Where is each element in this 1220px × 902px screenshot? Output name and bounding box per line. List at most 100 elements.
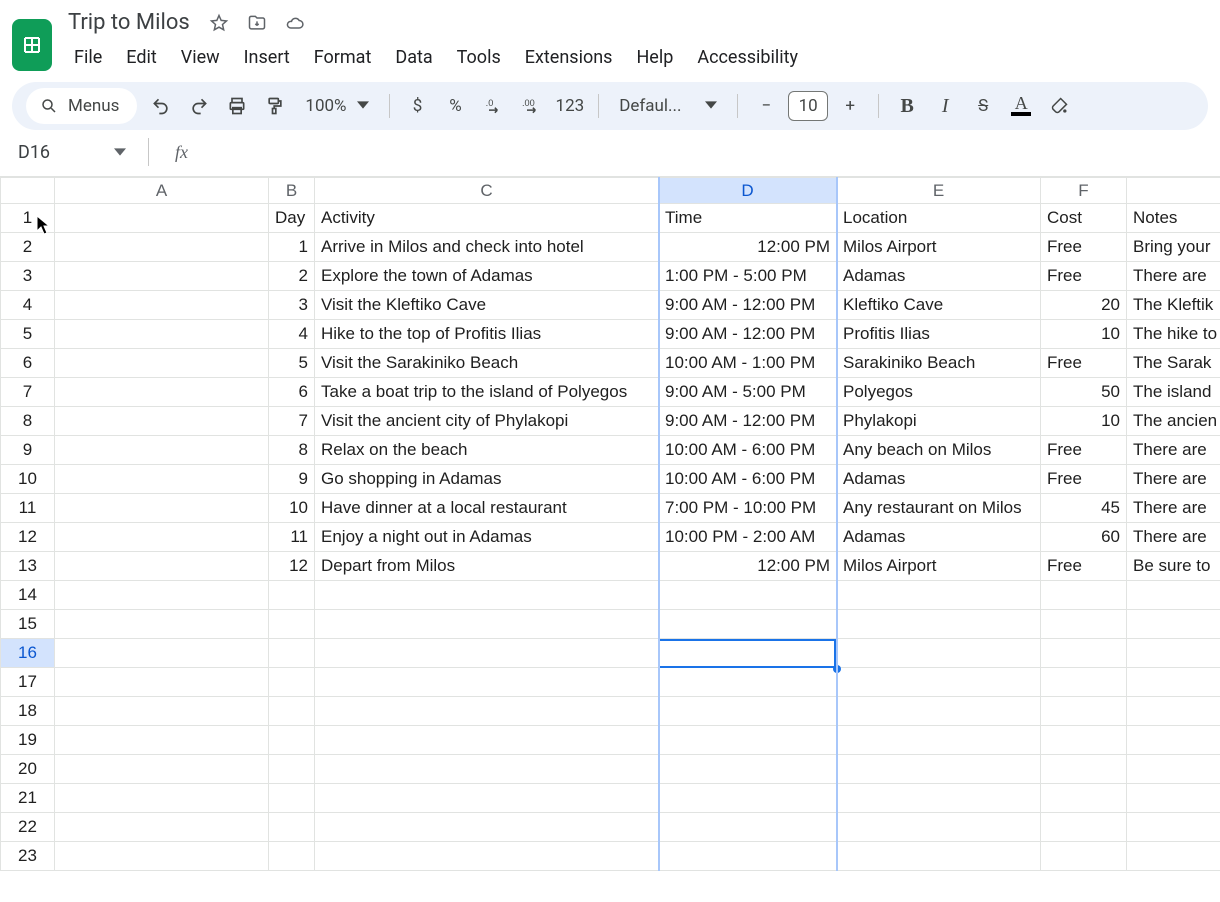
cell-F3[interactable]: Free <box>1041 262 1127 291</box>
cell-D14[interactable] <box>659 581 837 610</box>
cell-F19[interactable] <box>1041 726 1127 755</box>
cell-G5[interactable]: The hike to <box>1127 320 1220 349</box>
row-header-23[interactable]: 23 <box>1 842 55 871</box>
cell-D5[interactable]: 9:00 AM - 12:00 PM <box>659 320 837 349</box>
cell-B4[interactable]: 3 <box>269 291 315 320</box>
cell-F11[interactable]: 45 <box>1041 494 1127 523</box>
column-header-A[interactable]: A <box>55 178 269 204</box>
cell-C6[interactable]: Visit the Sarakiniko Beach <box>315 349 659 378</box>
menus-search[interactable]: Menus <box>26 88 137 124</box>
row-header-11[interactable]: 11 <box>1 494 55 523</box>
cell-G16[interactable] <box>1127 639 1220 668</box>
menu-file[interactable]: File <box>64 43 112 72</box>
cell-E12[interactable]: Adamas <box>837 523 1041 552</box>
cell-C16[interactable] <box>315 639 659 668</box>
cell-A15[interactable] <box>55 610 269 639</box>
cell-B19[interactable] <box>269 726 315 755</box>
cell-D18[interactable] <box>659 697 837 726</box>
row-header-8[interactable]: 8 <box>1 407 55 436</box>
cell-D17[interactable] <box>659 668 837 697</box>
cell-C19[interactable] <box>315 726 659 755</box>
row-header-12[interactable]: 12 <box>1 523 55 552</box>
cell-A16[interactable] <box>55 639 269 668</box>
decrease-font-button[interactable]: − <box>752 90 780 122</box>
cell-B14[interactable] <box>269 581 315 610</box>
cell-F21[interactable] <box>1041 784 1127 813</box>
cell-D23[interactable] <box>659 842 837 871</box>
strikethrough-button[interactable]: S <box>969 90 997 122</box>
spreadsheet-grid[interactable]: ABCDEFG 1DayActivityTimeLocationCostNote… <box>0 176 1220 871</box>
cell-A8[interactable] <box>55 407 269 436</box>
cell-E2[interactable]: Milos Airport <box>837 233 1041 262</box>
cell-B6[interactable]: 5 <box>269 349 315 378</box>
cell-F1[interactable]: Cost <box>1041 204 1127 233</box>
row-header-16[interactable]: 16 <box>1 639 55 668</box>
cell-E23[interactable] <box>837 842 1041 871</box>
cell-B16[interactable] <box>269 639 315 668</box>
cell-C4[interactable]: Visit the Kleftiko Cave <box>315 291 659 320</box>
cell-C21[interactable] <box>315 784 659 813</box>
cell-B17[interactable] <box>269 668 315 697</box>
cell-G19[interactable] <box>1127 726 1220 755</box>
row-header-17[interactable]: 17 <box>1 668 55 697</box>
cell-G17[interactable] <box>1127 668 1220 697</box>
cell-B18[interactable] <box>269 697 315 726</box>
menu-help[interactable]: Help <box>626 43 683 72</box>
cell-C10[interactable]: Go shopping in Adamas <box>315 465 659 494</box>
column-header-B[interactable]: B <box>269 178 315 204</box>
cell-D15[interactable] <box>659 610 837 639</box>
cell-E22[interactable] <box>837 813 1041 842</box>
undo-button[interactable] <box>147 90 175 122</box>
cell-C7[interactable]: Take a boat trip to the island of Polyeg… <box>315 378 659 407</box>
cell-F5[interactable]: 10 <box>1041 320 1127 349</box>
increase-decimal-button[interactable]: .00 <box>518 90 546 122</box>
cell-E21[interactable] <box>837 784 1041 813</box>
cell-F17[interactable] <box>1041 668 1127 697</box>
cell-E16[interactable] <box>837 639 1041 668</box>
cell-E19[interactable] <box>837 726 1041 755</box>
row-header-21[interactable]: 21 <box>1 784 55 813</box>
cell-C3[interactable]: Explore the town of Adamas <box>315 262 659 291</box>
row-header-13[interactable]: 13 <box>1 552 55 581</box>
row-header-7[interactable]: 7 <box>1 378 55 407</box>
cell-A10[interactable] <box>55 465 269 494</box>
cell-F8[interactable]: 10 <box>1041 407 1127 436</box>
cell-D19[interactable] <box>659 726 837 755</box>
cell-A7[interactable] <box>55 378 269 407</box>
cell-C8[interactable]: Visit the ancient city of Phylakopi <box>315 407 659 436</box>
cell-B1[interactable]: Day <box>269 204 315 233</box>
cell-C11[interactable]: Have dinner at a local restaurant <box>315 494 659 523</box>
cell-B23[interactable] <box>269 842 315 871</box>
cell-B10[interactable]: 9 <box>269 465 315 494</box>
row-header-1[interactable]: 1 <box>1 204 55 233</box>
row-header-19[interactable]: 19 <box>1 726 55 755</box>
cell-A21[interactable] <box>55 784 269 813</box>
zoom-select[interactable]: 100% <box>299 96 374 116</box>
menu-view[interactable]: View <box>171 43 230 72</box>
redo-button[interactable] <box>185 90 213 122</box>
cell-A4[interactable] <box>55 291 269 320</box>
cell-F20[interactable] <box>1041 755 1127 784</box>
cell-F22[interactable] <box>1041 813 1127 842</box>
cell-C12[interactable]: Enjoy a night out in Adamas <box>315 523 659 552</box>
row-header-10[interactable]: 10 <box>1 465 55 494</box>
cell-A3[interactable] <box>55 262 269 291</box>
cell-F15[interactable] <box>1041 610 1127 639</box>
cell-E5[interactable]: Profitis Ilias <box>837 320 1041 349</box>
cell-B5[interactable]: 4 <box>269 320 315 349</box>
row-header-20[interactable]: 20 <box>1 755 55 784</box>
cell-B21[interactable] <box>269 784 315 813</box>
row-header-18[interactable]: 18 <box>1 697 55 726</box>
text-color-button[interactable]: A <box>1007 90 1035 122</box>
cell-E11[interactable]: Any restaurant on Milos <box>837 494 1041 523</box>
cell-G10[interactable]: There are <box>1127 465 1220 494</box>
cloud-status-icon[interactable] <box>284 12 306 34</box>
row-header-3[interactable]: 3 <box>1 262 55 291</box>
cell-D1[interactable]: Time <box>659 204 837 233</box>
cell-C17[interactable] <box>315 668 659 697</box>
row-header-4[interactable]: 4 <box>1 291 55 320</box>
cell-C22[interactable] <box>315 813 659 842</box>
font-size-input[interactable]: 10 <box>788 91 828 121</box>
cell-D12[interactable]: 10:00 PM - 2:00 AM <box>659 523 837 552</box>
cell-A19[interactable] <box>55 726 269 755</box>
